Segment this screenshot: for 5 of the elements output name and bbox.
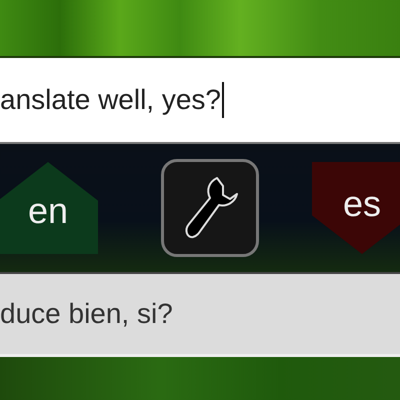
language-badge[interactable]: es xyxy=(312,162,400,254)
language-badge[interactable]: en xyxy=(0,162,98,254)
translation-text: duce bien, si? xyxy=(0,274,400,357)
text-cursor xyxy=(222,82,224,118)
settings-button[interactable] xyxy=(161,159,259,257)
